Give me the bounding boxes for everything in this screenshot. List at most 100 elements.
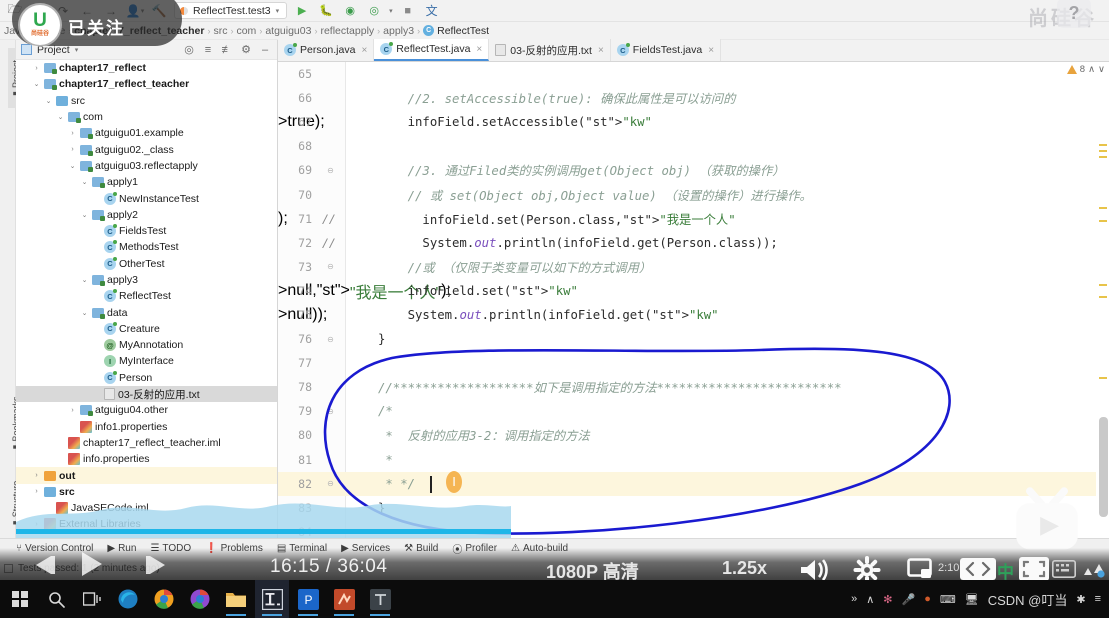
editor-tab[interactable]: C ReflectTest.java × xyxy=(374,39,490,61)
tree-item[interactable]: ·CMethodsTest xyxy=(16,239,277,255)
tree-expand-arrow[interactable]: ⌄ xyxy=(80,309,89,317)
tree-expand-arrow[interactable]: ⌄ xyxy=(44,97,53,105)
tree-item[interactable]: ·IMyInterface xyxy=(16,353,277,369)
stop-icon[interactable]: ■ xyxy=(399,3,417,19)
code-line[interactable]: 76 ⊖} xyxy=(278,327,1109,351)
monitor-tray-icon[interactable]: 🖥 xyxy=(965,593,979,606)
run-coverage-icon[interactable]: ◉ xyxy=(341,3,359,19)
debug-icon[interactable]: 🐛 xyxy=(317,3,335,19)
tree-expand-arrow[interactable]: › xyxy=(68,146,77,153)
xmind-app[interactable] xyxy=(327,580,361,618)
microphone-icon[interactable]: 🎤 xyxy=(901,593,915,606)
tree-item[interactable]: · info.properties xyxy=(16,451,277,467)
warning-marker[interactable] xyxy=(1099,150,1107,152)
code-line[interactable]: 77 xyxy=(278,351,1109,375)
edge-app[interactable] xyxy=(111,580,145,618)
close-icon[interactable]: × xyxy=(476,44,482,55)
code-fold-marker[interactable]: ⊖ xyxy=(326,407,335,416)
next-episode-button[interactable] xyxy=(146,556,165,574)
chrome-app[interactable] xyxy=(147,580,181,618)
list-icon[interactable]: ≡ xyxy=(1095,593,1101,605)
code-fold-marker[interactable]: ⊖ xyxy=(326,479,335,488)
previous-episode-button[interactable] xyxy=(36,556,55,574)
code-line[interactable]: 78 //*******************如下是调用指定的方法*******… xyxy=(278,375,1109,399)
start-button[interactable] xyxy=(3,580,37,618)
warning-marker[interactable] xyxy=(1099,377,1107,379)
chrome-canary-app[interactable] xyxy=(183,580,217,618)
warning-marker[interactable] xyxy=(1099,156,1107,158)
code-line[interactable]: 80 * 反射的应用3-2：调用指定的方法 xyxy=(278,423,1109,447)
tree-item[interactable]: ·CFieldsTest xyxy=(16,223,277,239)
keyboard-tray-icon[interactable]: ⌨ xyxy=(940,593,956,606)
code-line[interactable]: 70 // 或 set(Object obj,Object value) （设置… xyxy=(278,182,1109,206)
code-line[interactable]: 69 ⊖ //3. 通过Filed类的实例调用get(Object obj) （获… xyxy=(278,158,1109,182)
tree-item[interactable]: · info1.properties xyxy=(16,419,277,435)
editor-tab[interactable]: C FieldsTest.java × xyxy=(610,39,722,61)
code-line[interactable]: 74 infoField.set("st">"kw" >null, "st" > "我是… xyxy=(278,279,1109,303)
tree-item[interactable]: ⌄ apply1 xyxy=(16,174,277,190)
tree-expand-arrow[interactable]: › xyxy=(32,65,41,72)
warning-marker[interactable] xyxy=(1099,144,1107,146)
fullscreen-button[interactable] xyxy=(1019,557,1049,581)
close-icon[interactable]: × xyxy=(598,45,604,56)
tree-item[interactable]: ·CNewInstanceTest xyxy=(16,190,277,206)
file-explorer-app[interactable] xyxy=(219,580,253,618)
typora-app[interactable] xyxy=(363,580,397,618)
tree-expand-arrow[interactable]: › xyxy=(32,488,41,495)
tree-expand-arrow[interactable]: ⌄ xyxy=(32,80,41,88)
minimize-icon[interactable]: – xyxy=(258,44,272,56)
tree-item[interactable]: ⌄ com xyxy=(16,109,277,125)
warning-marker[interactable] xyxy=(1099,296,1107,298)
tree-item[interactable]: › src xyxy=(16,484,277,500)
intellij-app[interactable] xyxy=(255,580,289,618)
tree-item[interactable]: · 03-反射的应用.txt xyxy=(16,385,277,403)
breadcrumb-item-com[interactable]: com xyxy=(236,25,256,37)
code-line[interactable]: 84 xyxy=(278,520,1109,538)
chevron-down-icon[interactable]: ▾ xyxy=(75,46,79,54)
code-line[interactable]: 73 ⊖ //或 （仅限于类变量可以如下的方式调用） xyxy=(278,255,1109,279)
settings-gear-icon[interactable]: ⚙ xyxy=(239,43,253,56)
tree-expand-arrow[interactable]: ⌄ xyxy=(80,276,89,284)
tree-item[interactable]: ⌄ chapter17_reflect_teacher xyxy=(16,76,277,92)
tree-item[interactable]: › out xyxy=(16,467,277,484)
tree-expand-arrow[interactable]: › xyxy=(68,407,77,414)
video-speed-selector[interactable]: 1.25x xyxy=(722,558,767,579)
record-icon[interactable]: ● xyxy=(924,593,931,605)
task-view-button[interactable] xyxy=(75,580,109,618)
code-line[interactable]: 67 infoField.setAccessible("st">"kw" >tru… xyxy=(278,110,1109,134)
powerpoint-app[interactable]: P xyxy=(291,580,325,618)
editor-tab[interactable]: C Person.java × xyxy=(278,39,375,61)
code-line[interactable]: 83} xyxy=(278,496,1109,520)
prev-problem-icon[interactable]: ∧ xyxy=(1088,64,1095,75)
tree-expand-arrow[interactable]: › xyxy=(32,521,41,528)
breadcrumb-item-apply3[interactable]: apply3 xyxy=(383,25,414,37)
code-line[interactable]: 68 xyxy=(278,134,1109,158)
tree-expand-arrow[interactable]: ⌄ xyxy=(80,178,89,186)
tree-item[interactable]: › atguigu04.other xyxy=(16,402,277,418)
tree-item[interactable]: · JavaSECode.iml xyxy=(16,500,277,516)
tree-item[interactable]: › chapter17_reflect xyxy=(16,60,277,76)
collapse-all-icon[interactable]: ≢ xyxy=(220,44,234,56)
code-line[interactable]: 71 // infoField.set(Person.class,"st">"我是… xyxy=(278,207,1109,231)
tree-item[interactable]: ·CCreature xyxy=(16,321,277,337)
code-line[interactable]: 75 System.out.println(infoField.get("st"… xyxy=(278,303,1109,327)
error-stripe-markers[interactable] xyxy=(1096,62,1109,538)
warning-marker[interactable] xyxy=(1099,220,1107,222)
run-configuration-selector[interactable]: ReflectTest.test3 ▾ xyxy=(174,2,288,19)
tree-item[interactable]: ⌄ apply3 xyxy=(16,272,277,288)
warning-marker[interactable] xyxy=(1099,207,1107,209)
tree-item[interactable]: ·@MyAnnotation xyxy=(16,337,277,353)
editor-tab[interactable]: 03-反射的应用.txt × xyxy=(489,39,611,61)
tree-item[interactable]: › External Libraries xyxy=(16,516,277,532)
expand-all-icon[interactable]: ≡ xyxy=(201,44,215,56)
keyboard-icon[interactable] xyxy=(1052,560,1076,578)
tree-item[interactable]: ⌄ data xyxy=(16,304,277,320)
code-fold-marker[interactable]: ⊖ xyxy=(326,262,335,271)
tree-expand-arrow[interactable]: ⌄ xyxy=(80,211,89,219)
avatar[interactable]: U 尚硅谷 xyxy=(20,5,60,45)
picture-in-picture-button[interactable] xyxy=(907,558,941,582)
breadcrumb-item-reflectapply[interactable]: reflectapply xyxy=(320,25,374,37)
breadcrumb-item-class[interactable]: C ReflectTest xyxy=(423,25,489,37)
code-line[interactable]: 81 * xyxy=(278,448,1109,472)
profile-icon[interactable]: ◎ xyxy=(365,3,383,19)
